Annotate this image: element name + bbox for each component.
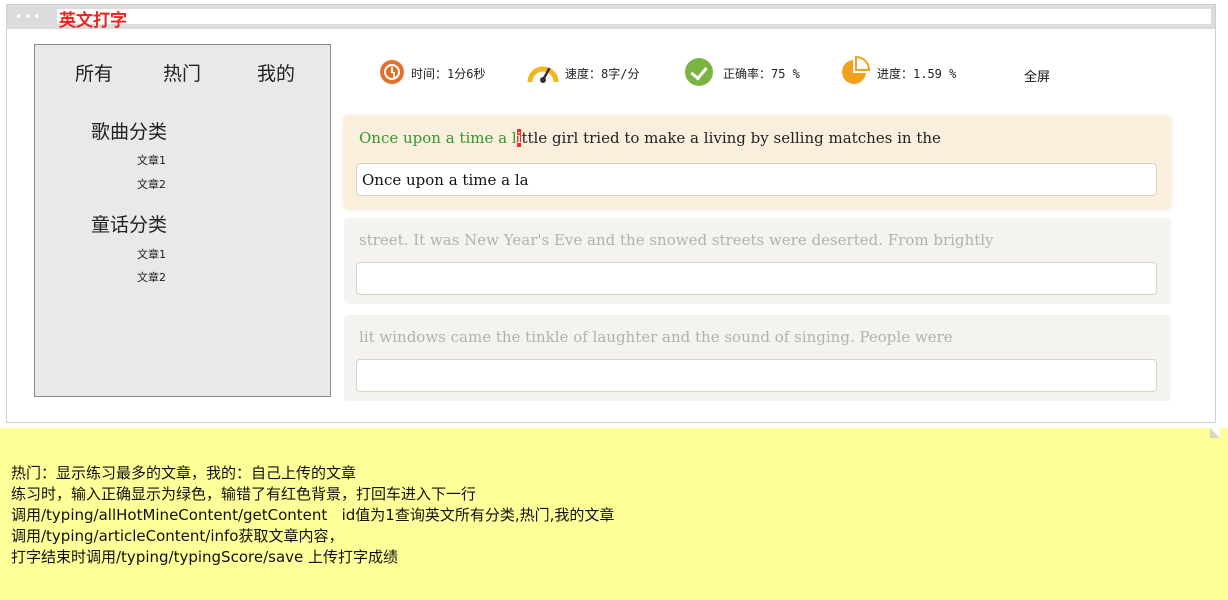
stat-accuracy: 正确率：75 % [685,56,835,88]
article-link[interactable]: 文章1 [137,152,166,168]
title-bar: ••• 英文打字 [7,5,1215,31]
typing-input[interactable] [356,359,1157,392]
annotation-note: 热门：显示练习最多的文章，我的：自己上传的文章 练习时，输入正确显示为绿色，输错… [0,428,1228,600]
article-link[interactable]: 文章2 [137,176,166,192]
article-link[interactable]: 文章2 [137,269,166,285]
sidebar-tabs: 所有 热门 我的 [35,59,330,87]
note-text: 热门：显示练习最多的文章，我的：自己上传的文章 练习时，输入正确显示为绿色，输错… [11,463,614,568]
typing-input[interactable] [356,163,1157,196]
note-line: 调用/typing/articleContent/info获取文章内容， [11,527,344,545]
typing-line: lit windows came the tinkle of laughter … [344,315,1171,401]
note-line: 练习时，输入正确显示为绿色，输错了有红色背景，打回车进入下一行 [11,485,477,503]
accuracy-text: 正确率：75 % [723,67,800,81]
category-title-fairy-tales[interactable]: 童话分类 [91,210,167,237]
stats-bar: 时间：1分6秒 速度：8字/分 正确率：75 % 进度：1.59 % [370,56,1070,88]
note-line: 热门：显示练习最多的文章，我的：自己上传的文章 [11,464,357,482]
time-text: 时间：1分6秒 [411,67,486,81]
stat-speed: 速度：8字/分 [527,56,677,88]
fullscreen-button[interactable]: 全屏 [1024,66,1050,85]
app-title: 英文打字 [59,11,127,31]
article-link[interactable]: 文章1 [137,246,166,262]
tab-all[interactable]: 所有 [75,59,113,86]
correct-text: Once upon a time a l [359,129,517,147]
category-title-songs[interactable]: 歌曲分类 [91,117,167,144]
note-line: 调用/typing/allHotMineContent/getContent i… [11,506,615,524]
stat-progress: 进度：1.59 % [840,56,990,88]
sidebar: 所有 热门 我的 歌曲分类 文章1 文章2 童话分类 文章1 文章2 [34,44,331,397]
speedometer-icon [527,66,559,83]
note-fold-corner [1210,428,1220,438]
clock-icon [380,60,404,84]
stat-time: 时间：1分6秒 [375,56,525,88]
source-line-text: Once upon a time a little girl tried to … [359,129,941,147]
tab-mine[interactable]: 我的 [257,59,295,86]
window-dots-icon[interactable]: ••• [15,11,42,23]
typing-line: street. It was New Year's Eve and the sn… [344,218,1171,304]
pie-chart-icon [842,56,870,84]
source-line-text: lit windows came the tinkle of laughter … [359,328,953,346]
title-bar-strip [57,9,1211,24]
speed-text: 速度：8字/分 [565,67,640,81]
source-line-text: street. It was New Year's Eve and the sn… [359,231,994,249]
typing-line-active: Once upon a time a little girl tried to … [344,116,1171,209]
typing-input[interactable] [356,262,1157,295]
pending-text: ttle girl tried to make a living by sell… [521,129,941,147]
check-icon [685,58,713,86]
progress-text: 进度：1.59 % [877,67,957,81]
tab-hot[interactable]: 热门 [163,59,201,86]
note-line: 打字结束时调用/typing/typingScore/save 上传打字成绩 [11,548,399,566]
